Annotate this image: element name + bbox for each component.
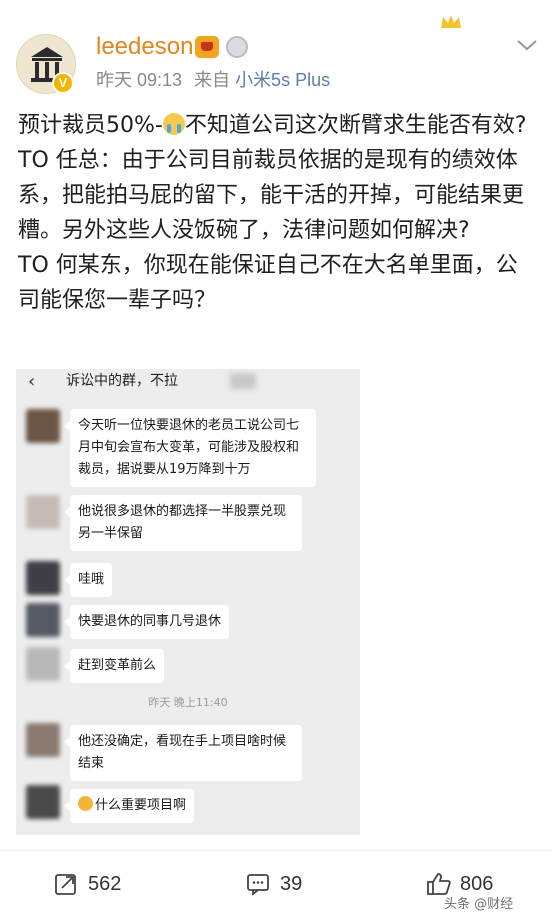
chat-message: 他说很多退休的都选择一半股票兑现另一半保留: [64, 495, 302, 551]
chat-screenshot-image[interactable]: ‹ 诉讼中的群，不拉 今天听一位快要退休的老员工说公司七月中旬会宣布大变革，可能…: [16, 369, 360, 835]
chat-avatar: [26, 603, 60, 637]
blurred-region: [230, 373, 256, 389]
post-time: 昨天 09:13: [96, 70, 183, 90]
repost-count: 562: [88, 873, 122, 895]
chat-avatar: [26, 785, 60, 819]
source-prefix: 来自: [194, 70, 231, 90]
post-paragraph: TO 何某东，你现在能保证自己不在大名单里面，公司能保您一辈子吗？: [18, 253, 518, 313]
chat-avatar: [26, 409, 60, 443]
crying-emoji-icon: [162, 113, 185, 135]
chat-message: 他还没确定，看现在手上项目啥时候结束: [64, 725, 302, 781]
chat-message: 今天听一位快要退休的老员工说公司七月中旬会宣布大变革，可能涉及股权和裁员，据说要…: [64, 409, 316, 487]
laughing-emoji-icon: [78, 796, 93, 811]
vip-crown-icon[interactable]: [195, 36, 219, 58]
chat-message: 哇哦: [63, 563, 113, 597]
chat-timestamp: 昨天 晚上11:40: [148, 696, 228, 709]
chat-message: 什么重要项目啊: [63, 789, 195, 823]
medal-icon[interactable]: [226, 36, 248, 58]
like-count: 806: [460, 873, 494, 895]
chat-avatar: [26, 495, 60, 529]
chat-message-text: 什么重要项目啊: [95, 798, 187, 813]
chat-avatar: [26, 647, 60, 681]
post-meta: 昨天 09:13 来自 小米5s Plus: [96, 68, 330, 92]
chat-title: 诉讼中的群，不拉: [66, 373, 178, 389]
chat-message: 快要退休的同事几号退休: [63, 605, 230, 639]
divider: [0, 850, 552, 851]
post-text-segment: 不知道公司这次断臂求生能否有效?: [184, 113, 527, 138]
chat-avatar: [26, 561, 60, 595]
chat-avatar: [26, 723, 60, 757]
post-paragraph: 预计裁员50%- 不知道公司这次断臂求生能否有效?: [18, 108, 538, 143]
comment-count: 39: [280, 873, 303, 895]
post-body: 预计裁员50%- 不知道公司这次断臂求生能否有效? TO 任总：由于公司目前裁员依…: [18, 108, 538, 318]
comment-icon: [247, 874, 269, 896]
chat-header: ‹ 诉讼中的群，不拉: [16, 369, 360, 395]
post-text-segment: 预计裁员50%-: [18, 113, 163, 138]
chat-message: 赶到变革前么: [63, 649, 165, 683]
back-arrow-icon: ‹: [28, 371, 36, 392]
chevron-down-icon[interactable]: [516, 38, 538, 52]
crown-decoration-icon: [441, 15, 461, 28]
repost-icon: [55, 874, 76, 895]
verified-badge-icon: V: [52, 72, 74, 94]
device-link[interactable]: 小米5s Plus: [235, 70, 330, 90]
post-paragraph: TO 任总：由于公司目前裁员依据的是现有的绩效体系，把能拍马屁的留下，能干活的开…: [18, 148, 525, 243]
watermark: 头条 @财经: [444, 897, 514, 912]
thumbs-up-icon: [427, 873, 451, 895]
username[interactable]: leedeson: [96, 32, 193, 62]
